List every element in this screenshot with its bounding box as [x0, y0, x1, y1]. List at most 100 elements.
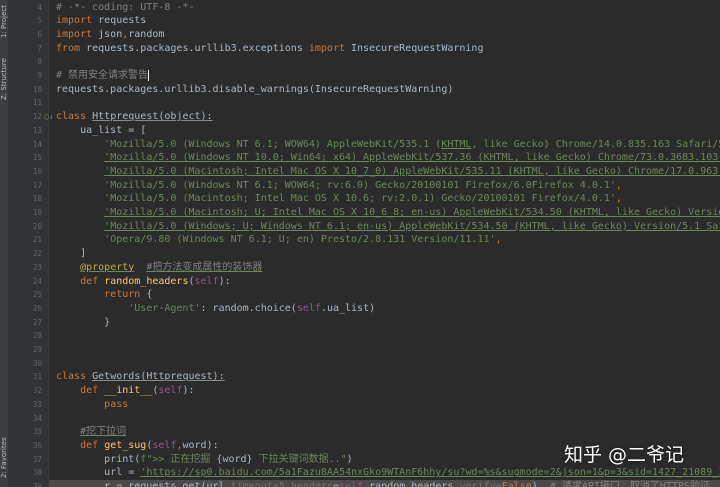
code-token: 'Mozilla/5.0 (Macintosh; Intel Mac OS X …	[104, 193, 616, 205]
line-number: 6	[37, 29, 42, 39]
code-line[interactable]: import requests	[49, 14, 720, 28]
code-token: return	[104, 289, 141, 301]
code-line[interactable]	[49, 329, 720, 343]
line-number: 24	[32, 276, 42, 286]
code-token: get_sug	[104, 439, 147, 451]
code-line[interactable]: 'Mozilla/5.0 (Windows NT 6.1; WOW64) App…	[49, 138, 720, 152]
code-token: # 请求API接口，取消了HTTPS验证	[549, 481, 711, 487]
line-number: 11	[32, 98, 42, 108]
code-line[interactable]: requests.packages.urllib3.disable_warnin…	[49, 83, 720, 97]
code-token: class	[56, 371, 87, 383]
code-line[interactable]: class Getwords(Httprequest):	[49, 370, 720, 384]
line-number: 26	[32, 303, 42, 313]
line-number: 14	[32, 139, 42, 149]
line-number: 29	[32, 345, 42, 354]
code-line[interactable]: return {	[49, 288, 720, 302]
code-token: , like Gecko) Chrome/14.0.835.163 Safari…	[471, 138, 720, 150]
line-number: 23	[32, 262, 42, 272]
code-line-text: def __init__(self):	[56, 384, 194, 398]
code-line-text: 'Mozilla/5.0 (Macintosh; Intel Mac OS X …	[56, 192, 622, 206]
code-token: ua_list = [	[56, 124, 147, 136]
favorites-tool-tab[interactable]: 2: Favorites	[0, 430, 9, 486]
code-line[interactable]: 'Mozilla/5.0 (Macintosh; U; Intel Mac OS…	[49, 206, 720, 220]
code-line[interactable]: class Httprequest(object):	[49, 110, 720, 124]
code-token: self	[296, 302, 321, 314]
code-line[interactable]	[49, 343, 720, 357]
code-line-text: 'Mozilla/5.0 (Windows NT 10.0; Win64; x6…	[56, 151, 720, 165]
code-token: # -*- coding: UTF-8 -*-	[56, 1, 195, 13]
code-line[interactable]: # 禁用安全请求警告	[49, 69, 720, 83]
code-line[interactable]: r = requests.get(url,timeout=5,headers=s…	[49, 480, 720, 487]
code-token: Getwords	[92, 371, 141, 383]
line-number: 13	[32, 125, 42, 135]
line-number: 32	[32, 386, 42, 396]
line-number: 39	[32, 482, 42, 487]
structure-tool-tab[interactable]: Z: Structure	[0, 48, 9, 110]
code-line-text: 'Mozilla/5.0 (Macintosh; U; Intel Mac OS…	[56, 206, 720, 220]
code-line[interactable]: #挖下拉词	[49, 425, 720, 439]
code-line[interactable]: 'Opera/9.80 (Windows NT 6.1; U; en) Pres…	[49, 233, 720, 247]
code-line[interactable]: @property #把方法变成属性的装饰器	[49, 261, 720, 275]
code-token: url =	[56, 467, 141, 479]
code-line[interactable]: # -*- coding: UTF-8 -*-	[49, 1, 720, 15]
code-line[interactable]: 'Mozilla/5.0 (Windows NT 10.0; Win64; x6…	[49, 151, 720, 165]
code-line[interactable]: def __init__(self):	[49, 384, 720, 398]
line-number: 17	[32, 180, 42, 190]
line-number: 4	[37, 2, 42, 12]
code-token: 'Mozilla/5.0 (Windows NT 6.1; WOW64; rv:…	[104, 179, 616, 191]
code-line-text: 'Mozilla/5.0 (Windows NT 6.1; WOW64; rv:…	[56, 179, 622, 193]
code-token: ,	[495, 234, 502, 246]
project-tool-tab[interactable]: 1: Project	[0, 2, 9, 42]
code-token: ,	[615, 193, 622, 205]
code-token: InsecureRequestWarning	[345, 42, 484, 54]
code-line[interactable]: 'User-Agent': random.choice(self.ua_list…	[49, 302, 720, 316]
code-line-text: class Getwords(Httprequest):	[56, 370, 225, 384]
code-token: .ua_list)	[320, 302, 376, 314]
code-line[interactable]: from requests.packages.urllib3.exception…	[49, 42, 720, 56]
code-line[interactable]	[49, 96, 720, 110]
code-token: 下拉关键词数据.."	[252, 453, 347, 465]
code-line-text: import json,random	[56, 28, 164, 42]
code-line-text: @property #把方法变成属性的装饰器	[56, 261, 262, 275]
code-line[interactable]: 'Mozilla/5.0 (Macintosh; Intel Mac OS X …	[49, 192, 720, 206]
code-line[interactable]: 'Mozilla/5.0 (Macintosh; Intel Mac OS X …	[49, 165, 720, 179]
code-line[interactable]: ]	[49, 247, 720, 261]
code-line[interactable]: 'Mozilla/5.0 (Windows; U; Windows NT 6.1…	[49, 220, 720, 234]
code-token: requests.packages.urllib3.disable_warnin…	[56, 83, 454, 95]
code-line[interactable]	[49, 55, 720, 69]
code-editor[interactable]: # -*- coding: UTF-8 -*- import requests im…	[49, 0, 720, 487]
code-line[interactable]: ua_list = [	[49, 124, 720, 138]
code-token: def	[80, 439, 99, 451]
code-token: def	[80, 385, 99, 397]
line-number: 7	[37, 43, 42, 53]
code-line[interactable]	[49, 412, 720, 426]
code-token: : random.choice(	[200, 302, 297, 314]
code-token: 'Mozilla/5.0 (Windows NT 10.0; Win64; x6…	[104, 152, 719, 164]
code-token: (Httprequest):	[140, 371, 225, 383]
code-token: {word}	[216, 453, 253, 465]
line-number: 25	[32, 290, 42, 300]
code-line-text: }	[56, 316, 110, 330]
code-line-text: def random_headers(self):	[56, 275, 231, 289]
code-token: 'User-Agent'	[128, 302, 201, 314]
code-line[interactable]: pass	[49, 398, 720, 412]
code-token: 'Opera/9.80 (Windows NT 6.1; U; en) Pres…	[104, 234, 496, 246]
code-line[interactable]: import json,random	[49, 28, 720, 42]
code-token: 'Mozilla/5.0 (Windows; U; Windows NT 6.1…	[104, 220, 720, 232]
code-line[interactable]	[49, 357, 720, 371]
code-line[interactable]: }	[49, 316, 720, 330]
line-number: 10	[32, 84, 42, 94]
line-number: 16	[32, 166, 42, 176]
line-number: 27	[32, 317, 42, 327]
code-line[interactable]: 'Mozilla/5.0 (Windows NT 6.1; WOW64; rv:…	[49, 179, 720, 193]
code-token: headers	[290, 481, 334, 487]
code-token: Httprequest	[92, 111, 159, 123]
line-number: 22	[32, 249, 42, 259]
code-token: False	[501, 481, 532, 487]
code-line[interactable]: def random_headers(self):	[49, 275, 720, 289]
